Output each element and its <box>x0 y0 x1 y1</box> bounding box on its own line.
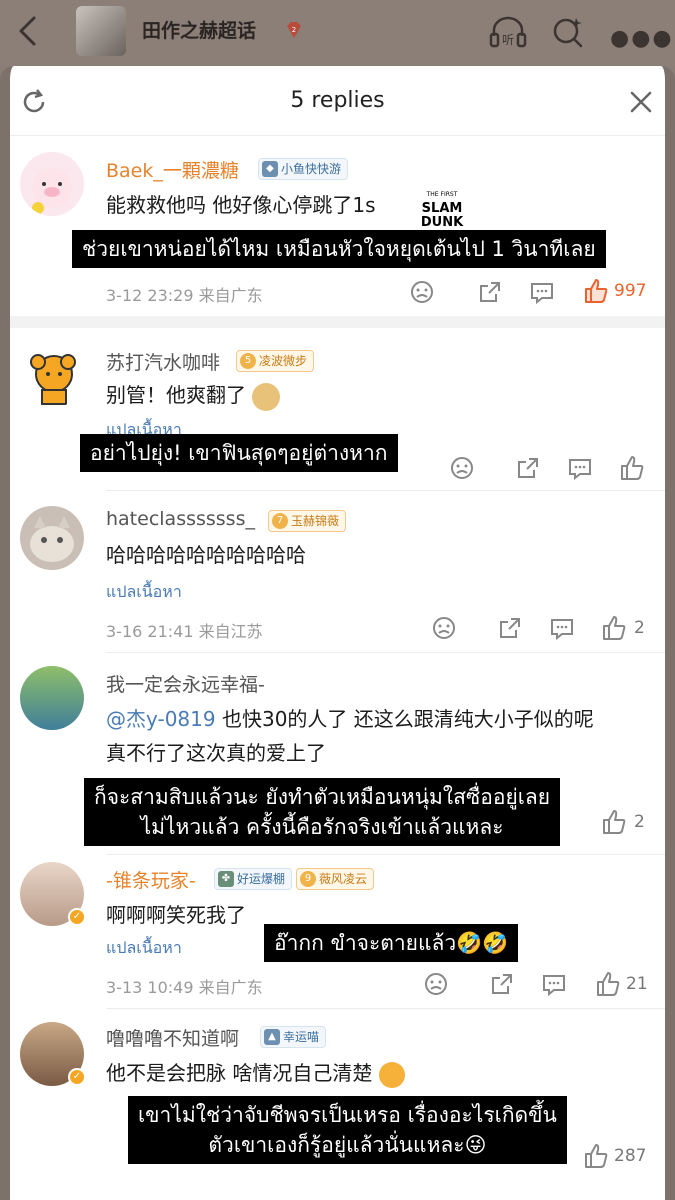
svg-text:SLAM: SLAM <box>422 201 463 216</box>
comment-meta: 3-13 10:49 来自广东 <box>106 974 263 998</box>
comment-text: 能救救他吗 他好像心停跳了1s <box>106 193 376 217</box>
username[interactable]: -锥条玩家- <box>106 866 196 893</box>
like-icon[interactable] <box>582 1142 610 1170</box>
doge-emoji-icon <box>252 382 281 411</box>
comment-date: 3-13 10:49 <box>106 978 194 997</box>
share-icon[interactable] <box>514 454 542 482</box>
level-badge-icon: 5 <box>240 353 256 369</box>
comment-location: 来自广东 <box>198 978 263 997</box>
dislike-icon[interactable] <box>408 278 436 306</box>
like-icon[interactable] <box>582 277 610 305</box>
comment-text: 别管！他爽翻了 <box>106 378 281 412</box>
comment-meta: 3-12 23:29 来自广东 <box>106 282 263 306</box>
avatar[interactable] <box>20 506 84 570</box>
comment-icon[interactable] <box>548 614 576 642</box>
top-bar: 田作之赫超话 2 听 ●●● <box>0 0 675 66</box>
like-count: 287 <box>614 1146 647 1166</box>
thai-subtitle: ก็จะสามสิบแล้วนะ ยังทำตัวเหมือนหนุ่มใสซื… <box>84 778 561 846</box>
close-icon[interactable] <box>629 90 653 114</box>
thai-subtitle: ช่วยเขาหน่อยได้ไหม เหมือนหัวใจหยุดเต้นไป… <box>72 230 606 268</box>
comment-date: 3-16 21:41 <box>106 622 194 641</box>
comment-text: @杰y-0819 也快30的人了 还这么跟清纯大小子似的呢 <box>106 707 594 731</box>
sheet-title: 5 replies <box>290 88 385 113</box>
dislike-icon[interactable] <box>448 454 476 482</box>
svg-text:THE FIRST: THE FIRST <box>426 191 458 198</box>
tongue-emoji-icon <box>378 1061 405 1088</box>
verified-badge-icon: ✓ <box>68 1068 86 1086</box>
svg-text:2: 2 <box>292 26 296 34</box>
comment-item: Baek_一顆濃糖 ◆ 小鱼快快游 能救救他吗 他好像心停跳了1s THE FIR… <box>10 136 665 316</box>
cat-icon: ▲ <box>264 1029 280 1045</box>
avatar[interactable] <box>20 344 84 408</box>
translate-link[interactable]: แปลเนื้อหา <box>106 936 182 961</box>
user-level-tag: 7 玉赫锦薇 <box>268 510 347 532</box>
username[interactable]: 噜噜噜不知道啊 <box>106 1024 239 1051</box>
listen-label: 听 <box>502 33 514 47</box>
more-options-icon[interactable]: ●●● <box>610 26 674 51</box>
like-icon[interactable] <box>618 454 646 482</box>
share-icon[interactable] <box>488 970 516 998</box>
username[interactable]: Baek_一顆濃糖 <box>106 156 239 183</box>
like-icon[interactable] <box>600 808 628 836</box>
mention-link[interactable]: @杰y-0819 <box>106 707 216 731</box>
user-level-tag: 9 薇风凌云 <box>296 868 375 890</box>
avatar[interactable] <box>20 152 84 216</box>
like-icon[interactable] <box>600 614 628 642</box>
comment-location: 来自江苏 <box>198 622 263 641</box>
verified-badge-icon: ✓ <box>68 908 86 926</box>
replies-sheet: 5 replies Baek_一顆濃糖 ◆ 小鱼快快游 能救救他吗 他好像心停跳了… <box>0 66 675 1200</box>
user-level-tag: 5 凌波微步 <box>236 350 315 372</box>
like-count: 2 <box>634 812 645 832</box>
avatar[interactable] <box>20 666 84 730</box>
username[interactable]: 苏打汽水咖啡 <box>106 348 220 375</box>
user-tag: ◆ 小鱼快快游 <box>258 158 349 180</box>
thai-subtitle: เขาไม่ใช่ว่าจับชีพจรเป็นเหรอ เรื่องอะไรเ… <box>128 1096 567 1164</box>
dislike-icon[interactable] <box>422 970 450 998</box>
divider <box>106 652 665 653</box>
comment-icon[interactable] <box>540 970 568 998</box>
comment-icon[interactable] <box>566 454 594 482</box>
comment-text-line2: 真不行了这次真的爱上了 <box>106 741 326 765</box>
thai-subtitle: อ๊ากก ขำจะตายแล้ว🤣🤣 <box>264 924 519 962</box>
divider <box>106 1008 665 1009</box>
slam-dunk-logo: THE FIRST SLAM DUNK <box>420 188 464 232</box>
group-thumbnail[interactable] <box>76 6 126 56</box>
section-divider <box>10 316 665 328</box>
level-badge-icon: 9 <box>300 871 316 887</box>
divider <box>106 490 665 491</box>
divider <box>106 854 665 855</box>
fish-icon: ◆ <box>262 161 278 177</box>
comment-text: 啊啊啊笑死我了 <box>106 903 246 927</box>
like-count: 997 <box>614 281 647 301</box>
clover-icon: ✤ <box>218 871 234 887</box>
like-count: 2 <box>634 618 645 638</box>
sheet-header: 5 replies <box>10 66 665 136</box>
comment-meta: 3-16 21:41 来自江苏 <box>106 618 263 642</box>
group-title[interactable]: 田作之赫超话 <box>142 16 256 43</box>
like-icon[interactable] <box>594 970 622 998</box>
group-level-badge-icon: 2 <box>287 22 301 38</box>
comment-item: hateclasssssss_ 7 玉赫锦薇 哈哈哈哈哈哈哈哈哈哈 แปลเนื้… <box>10 496 665 652</box>
username[interactable]: hateclasssssss_ <box>106 508 255 530</box>
comment-location: 来自广东 <box>198 286 263 305</box>
thai-subtitle: อย่าไปยุ่ง! เขาฟินสุดๆอยู่ต่างหาก <box>80 434 398 472</box>
translate-link[interactable]: แปลเนื้อหา <box>106 580 182 605</box>
comment-date: 3-12 23:29 <box>106 286 194 305</box>
headphones-icon[interactable]: 听 <box>488 14 528 50</box>
svg-text:DUNK: DUNK <box>421 215 464 230</box>
username[interactable]: 我一定会永远幸福- <box>106 670 265 697</box>
dislike-icon[interactable] <box>430 614 458 642</box>
share-icon[interactable] <box>496 614 524 642</box>
search-icon[interactable] <box>550 14 586 50</box>
user-tag: ▲ 幸运喵 <box>260 1026 327 1048</box>
like-count: 21 <box>626 974 648 994</box>
user-tag: ✤ 好运爆棚 <box>214 868 293 890</box>
comment-text: 他不是会把脉 啥情况自己清楚 <box>106 1056 405 1090</box>
share-icon[interactable] <box>476 278 504 306</box>
back-arrow-icon[interactable] <box>16 14 40 48</box>
comment-text: 哈哈哈哈哈哈哈哈哈哈 <box>106 543 306 567</box>
comment-icon[interactable] <box>528 278 556 306</box>
level-badge-icon: 7 <box>272 513 288 529</box>
